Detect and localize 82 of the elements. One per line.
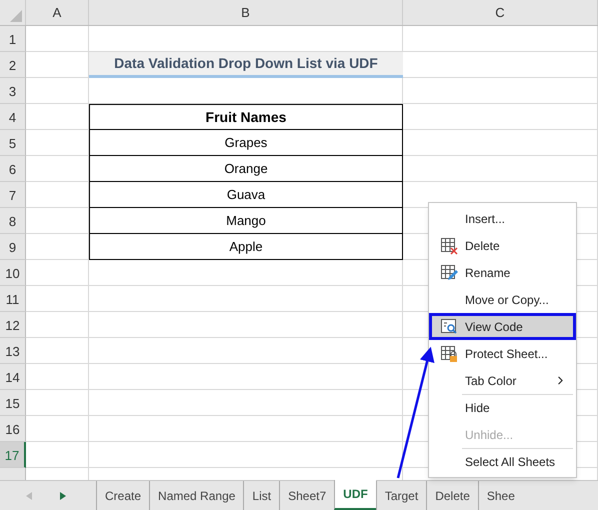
sheet-cell[interactable] [26,26,89,52]
row-header[interactable]: 14 [0,364,26,390]
protect-sheet-icon [440,344,458,362]
delete-sheet-icon [440,236,458,254]
row-header[interactable] [0,468,26,480]
scroll-left-icon[interactable] [26,492,32,500]
row-header[interactable]: 10 [0,260,26,286]
row-header[interactable]: 12 [0,312,26,338]
sheet-cell[interactable] [403,26,598,52]
menu-item[interactable]: Hide [429,394,576,421]
sheet-cell[interactable] [89,416,403,442]
column-header[interactable]: C [403,0,598,25]
row-header[interactable]: 7 [0,182,26,208]
menu-item[interactable]: Insert... [429,205,576,232]
row-header[interactable]: 16 [0,416,26,442]
select-all-triangle-icon[interactable] [10,10,22,22]
sheet-cell[interactable] [89,312,403,338]
row-header[interactable]: 9 [0,234,26,260]
sheet-cell[interactable] [89,260,403,286]
sheet-cell[interactable] [403,156,598,182]
row-header[interactable]: 13 [0,338,26,364]
table-cell: Apple [89,234,403,260]
sheet-cell[interactable] [26,286,89,312]
sheet-tab[interactable]: Named Range [149,481,244,510]
row-header[interactable]: 6 [0,156,26,182]
sheet-cell[interactable] [26,130,89,156]
sheet-cell[interactable] [26,390,89,416]
table-cell: Mango [89,208,403,234]
sheet-tab[interactable]: Create [96,481,150,510]
column-header[interactable]: B [89,0,403,25]
row-header[interactable]: 17 [0,442,26,468]
sheet-cell[interactable] [26,234,89,260]
sheet-cell[interactable] [26,442,89,468]
sheet-tab[interactable]: UDF [334,480,376,510]
sheet-cell[interactable] [89,286,403,312]
row-header[interactable]: 5 [0,130,26,156]
table-cell: Orange [89,156,403,182]
table-cell: Guava [89,182,403,208]
table-cell: Grapes [89,130,403,156]
menu-item[interactable]: Move or Copy... [429,286,576,313]
view-code-icon [440,318,458,336]
sheet-cell[interactable] [26,156,89,182]
rename-sheet-icon [440,264,458,282]
sheet-cell[interactable] [89,390,403,416]
sheet-cell[interactable] [89,78,403,104]
menu-item[interactable]: Rename [429,259,576,286]
row-header[interactable]: 2 [0,52,26,78]
row-header[interactable]: 15 [0,390,26,416]
row-header[interactable]: 1 [0,26,26,52]
sheet-cell[interactable] [26,364,89,390]
sheet-cell[interactable] [403,130,598,156]
menu-item[interactable]: View Code [429,313,576,340]
menu-item[interactable]: Protect Sheet... [429,340,576,367]
sheet-cell[interactable] [89,338,403,364]
column-header[interactable]: A [26,0,89,25]
sheet-cell[interactable] [26,208,89,234]
sheet-cell[interactable] [403,78,598,104]
sheet-title: Data Validation Drop Down List via UDF [89,52,403,78]
row-header[interactable]: 3 [0,78,26,104]
sheet-tab[interactable]: Delete [426,481,478,510]
sheet-cell[interactable] [26,260,89,286]
menu-item[interactable]: Delete [429,232,576,259]
sheet-cell[interactable] [89,364,403,390]
sheet-tab[interactable]: Target [376,481,426,510]
sheet-cell[interactable] [26,312,89,338]
sheet-cell[interactable] [26,182,89,208]
row-header[interactable]: 4 [0,104,26,130]
table-header-cell: Fruit Names [89,104,403,130]
sheet-cell[interactable] [89,442,403,468]
menu-item[interactable]: Select All Sheets [429,448,576,475]
sheet-cell[interactable] [26,78,89,104]
scroll-right-icon[interactable] [60,492,66,500]
sheet-cell[interactable] [26,104,89,130]
sheet-cell[interactable] [403,52,598,78]
sheet-cell[interactable] [26,416,89,442]
sheet-tab[interactable]: Shee [478,481,523,510]
sheet-cell[interactable] [26,338,89,364]
menu-item[interactable]: Tab Color [429,367,576,394]
sheet-tab[interactable]: List [243,481,280,510]
sheet-cell[interactable] [403,104,598,130]
row-header[interactable]: 11 [0,286,26,312]
row-header[interactable]: 8 [0,208,26,234]
